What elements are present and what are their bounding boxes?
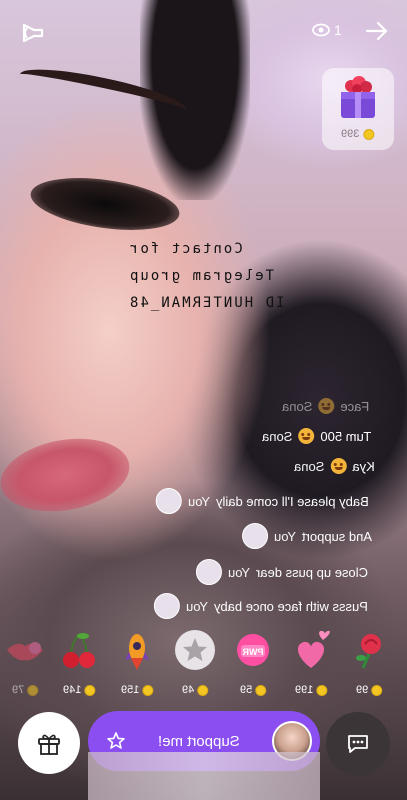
chat-message: You Pusss with face once baby (154, 592, 368, 620)
chat-user-name: You (228, 564, 250, 580)
gift-item-rocket[interactable]: 159 (112, 628, 162, 702)
chat-text: Pusss with face once baby (213, 598, 368, 614)
pwr-badge-icon: PWR (237, 634, 269, 666)
gift-box-icon (341, 76, 375, 118)
chat-text: Baby please I'll come daily (215, 493, 369, 509)
chat-button[interactable] (326, 712, 390, 776)
chat-text: Face (340, 398, 370, 414)
support-me-label: Support me! (158, 732, 240, 750)
gift-price: 79 (11, 684, 39, 696)
viewer-count-value: 1 (334, 22, 342, 38)
coin-icon (363, 128, 375, 140)
grinning-emoji-icon (318, 398, 335, 414)
watermark-line-2: Telegram group (128, 268, 275, 284)
grinning-emoji-icon (330, 458, 347, 474)
chat-user-name: You (186, 598, 208, 614)
avatar (196, 559, 222, 585)
chat-text: Close up puss dear (255, 564, 368, 580)
gift-price-value: 199 (294, 684, 314, 696)
gift-icon (38, 734, 60, 755)
hearts-icon (297, 630, 330, 668)
rose-icon (356, 634, 381, 669)
coin-icon (197, 684, 209, 696)
chat-user-name: Sona (294, 458, 325, 474)
chat-text: Tum 500 (320, 428, 372, 444)
rocket-icon (125, 634, 149, 670)
avatar (242, 523, 268, 549)
watermark-line-3: ID HUNTERMAN_48 (128, 295, 285, 311)
gift-price-value: 79 (11, 684, 25, 696)
coin-icon (84, 684, 96, 696)
arrow-right-icon[interactable] (364, 18, 390, 44)
chat-bubble-icon (348, 735, 368, 753)
chat-message: You Close up puss dear (196, 558, 368, 586)
chat-message: You And support (242, 522, 372, 550)
gift-price-value: 99 (355, 684, 369, 696)
gift-item-rose[interactable]: 99 (344, 628, 394, 702)
speaker-icon[interactable] (20, 20, 50, 46)
grinning-emoji-icon (298, 428, 315, 444)
gift-price-value: 49 (181, 684, 195, 696)
coin-icon (27, 684, 39, 696)
chat-user-name: You (188, 493, 210, 509)
gift-price: 49 (181, 684, 209, 696)
chat-user-name: You (274, 528, 296, 544)
cherry-icon (63, 633, 95, 668)
lips-icon (7, 642, 43, 661)
coin-icon (316, 684, 328, 696)
avatar (154, 593, 180, 619)
chat-text: Kya (352, 458, 375, 474)
support-me-button[interactable]: Support me! (88, 711, 320, 771)
chat-message: Sona Tum 500 (262, 422, 371, 450)
eye-icon (312, 23, 330, 37)
chat-message: Sona Kya (294, 452, 375, 480)
svg-text:PWR: PWR (242, 647, 263, 657)
star-icon (175, 630, 215, 670)
chat-message: Sona Face (282, 392, 369, 420)
gift-price-value: 159 (120, 684, 140, 696)
gift-price-value: 149 (62, 684, 82, 696)
avatar (272, 721, 312, 761)
watermark-text: Contact for Telegram group ID HUNTERMAN_… (128, 236, 378, 317)
avatar (156, 488, 182, 514)
chat-user-name: Sona (262, 428, 293, 444)
gift-item-pwr[interactable]: PWR 59 (228, 628, 278, 702)
gift-price: 59 (239, 684, 267, 696)
gift-price: 149 (62, 684, 96, 696)
chat-message: You Baby please I'll come daily (156, 487, 369, 515)
gift-item-star[interactable]: 49 (170, 628, 220, 702)
gift-price: 99 (355, 684, 383, 696)
gift-button[interactable] (18, 712, 80, 774)
coin-icon (371, 684, 383, 696)
coin-icon (142, 684, 154, 696)
gift-price-value: 59 (239, 684, 253, 696)
coin-icon (255, 684, 267, 696)
featured-gift-card[interactable]: 399 (322, 68, 394, 150)
gift-strip: 99 199 PWR 59 49 159 149 79 (0, 628, 407, 702)
gift-price: 199 (294, 684, 328, 696)
gift-item-lips[interactable]: 79 (0, 628, 50, 702)
gift-item-cherry[interactable]: 149 (54, 628, 104, 702)
watermark-line-1: Contact for (128, 241, 243, 257)
gift-item-hearts[interactable]: 199 (286, 628, 336, 702)
viewer-count: 1 (312, 22, 342, 38)
gift-price: 159 (120, 684, 154, 696)
featured-gift-price-value: 399 (341, 128, 360, 140)
star-icon (107, 732, 125, 749)
chat-text: And support (301, 528, 373, 544)
chat-user-name: Sona (282, 398, 313, 414)
featured-gift-price: 399 (341, 128, 375, 140)
